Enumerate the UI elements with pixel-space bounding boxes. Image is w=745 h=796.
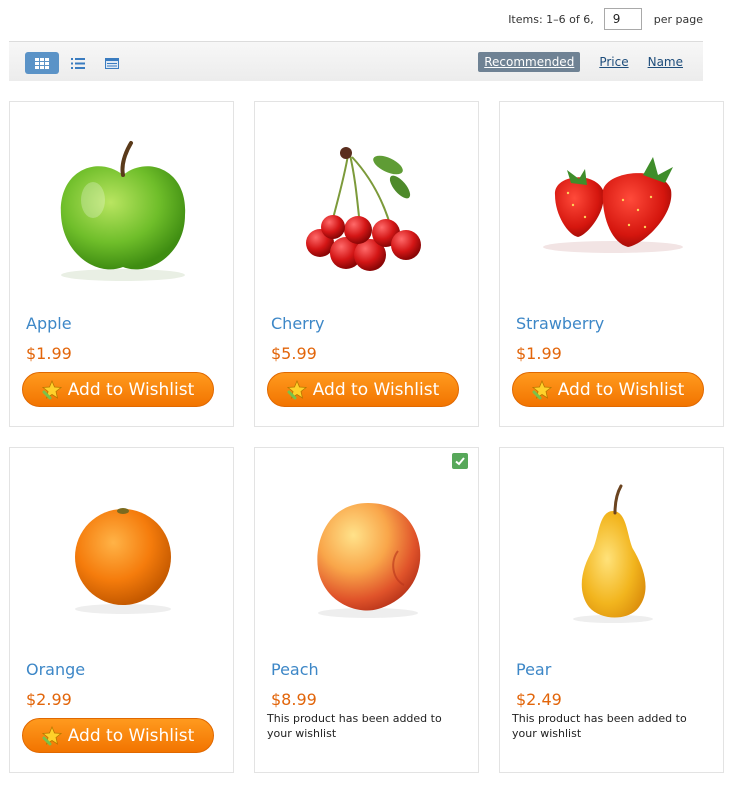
product-image-strawberry[interactable] [510,127,715,292]
add-to-wishlist-button[interactable]: Add to Wishlist [267,372,459,407]
sort-price-link[interactable]: Price [599,52,628,72]
wishlist-button-label: Add to Wishlist [557,379,685,400]
product-name[interactable]: Strawberry [516,314,604,333]
product-image-peach[interactable] [265,473,470,638]
product-card-orange: Orange $2.99 Add to Wishlist [9,447,234,773]
cherry-image [305,146,421,271]
product-card-strawberry: Strawberry $1.99 Add to Wishlist [499,101,724,427]
product-name[interactable]: Cherry [271,314,325,333]
list-view-icon [71,57,85,69]
product-name[interactable]: Orange [26,660,85,679]
peach-image [316,502,420,618]
orange-image [74,507,171,614]
strawberry-image [542,156,683,253]
product-card-apple: Apple $1.99 Add to Wishlist [9,101,234,427]
wishlist-star-icon [531,379,552,399]
wishlist-star-icon [286,379,307,399]
grid-view-icon [35,57,49,69]
items-count-label: Items: 1–6 of 6, [508,12,594,26]
added-to-wishlist-message: This product has been added to your wish… [267,712,442,740]
product-price: $5.99 [271,344,317,363]
wishlist-button-label: Add to Wishlist [312,379,440,400]
add-to-wishlist-button[interactable]: Add to Wishlist [22,372,214,407]
wishlist-button-label: Add to Wishlist [67,379,195,400]
pear-image [572,484,653,623]
pager: Items: 1–6 of 6, per page [508,8,703,30]
product-name[interactable]: Peach [271,660,319,679]
product-image-pear[interactable] [510,473,715,638]
list-view-button[interactable] [61,52,95,74]
view-sort-toolbar: Recommended Price Name [9,41,703,81]
product-name[interactable]: Apple [26,314,72,333]
sort-options: Recommended Price Name [478,52,683,72]
product-card-cherry: Cherry $5.99 Add to Wishlist [254,101,479,427]
wishlist-button-label: Add to Wishlist [67,725,195,746]
product-image-apple[interactable] [20,127,225,292]
grid-view-button[interactable] [25,52,59,74]
product-name[interactable]: Pear [516,660,551,679]
product-image-cherry[interactable] [265,127,470,292]
product-price: $2.49 [516,690,562,709]
table-view-icon [105,57,119,69]
per-page-label: per page [653,12,703,26]
per-page-input[interactable] [603,8,642,30]
add-to-wishlist-button[interactable]: Add to Wishlist [22,718,214,753]
product-price: $8.99 [271,690,317,709]
apple-image [60,140,185,281]
wishlist-star-icon [41,379,62,399]
product-card-peach: Peach $8.99 This product has been added … [254,447,479,773]
added-to-wishlist-message: This product has been added to your wish… [512,712,687,740]
table-view-button[interactable] [95,52,129,74]
in-wishlist-check-icon [452,453,468,469]
product-card-pear: Pear $2.49 This product has been added t… [499,447,724,773]
wishlist-star-icon [41,725,62,745]
product-price: $1.99 [516,344,562,363]
add-to-wishlist-button[interactable]: Add to Wishlist [512,372,704,407]
sort-name-link[interactable]: Name [648,52,683,72]
sort-recommended-link[interactable]: Recommended [478,52,581,72]
product-price: $1.99 [26,344,72,363]
product-image-orange[interactable] [20,473,225,638]
product-price: $2.99 [26,690,72,709]
